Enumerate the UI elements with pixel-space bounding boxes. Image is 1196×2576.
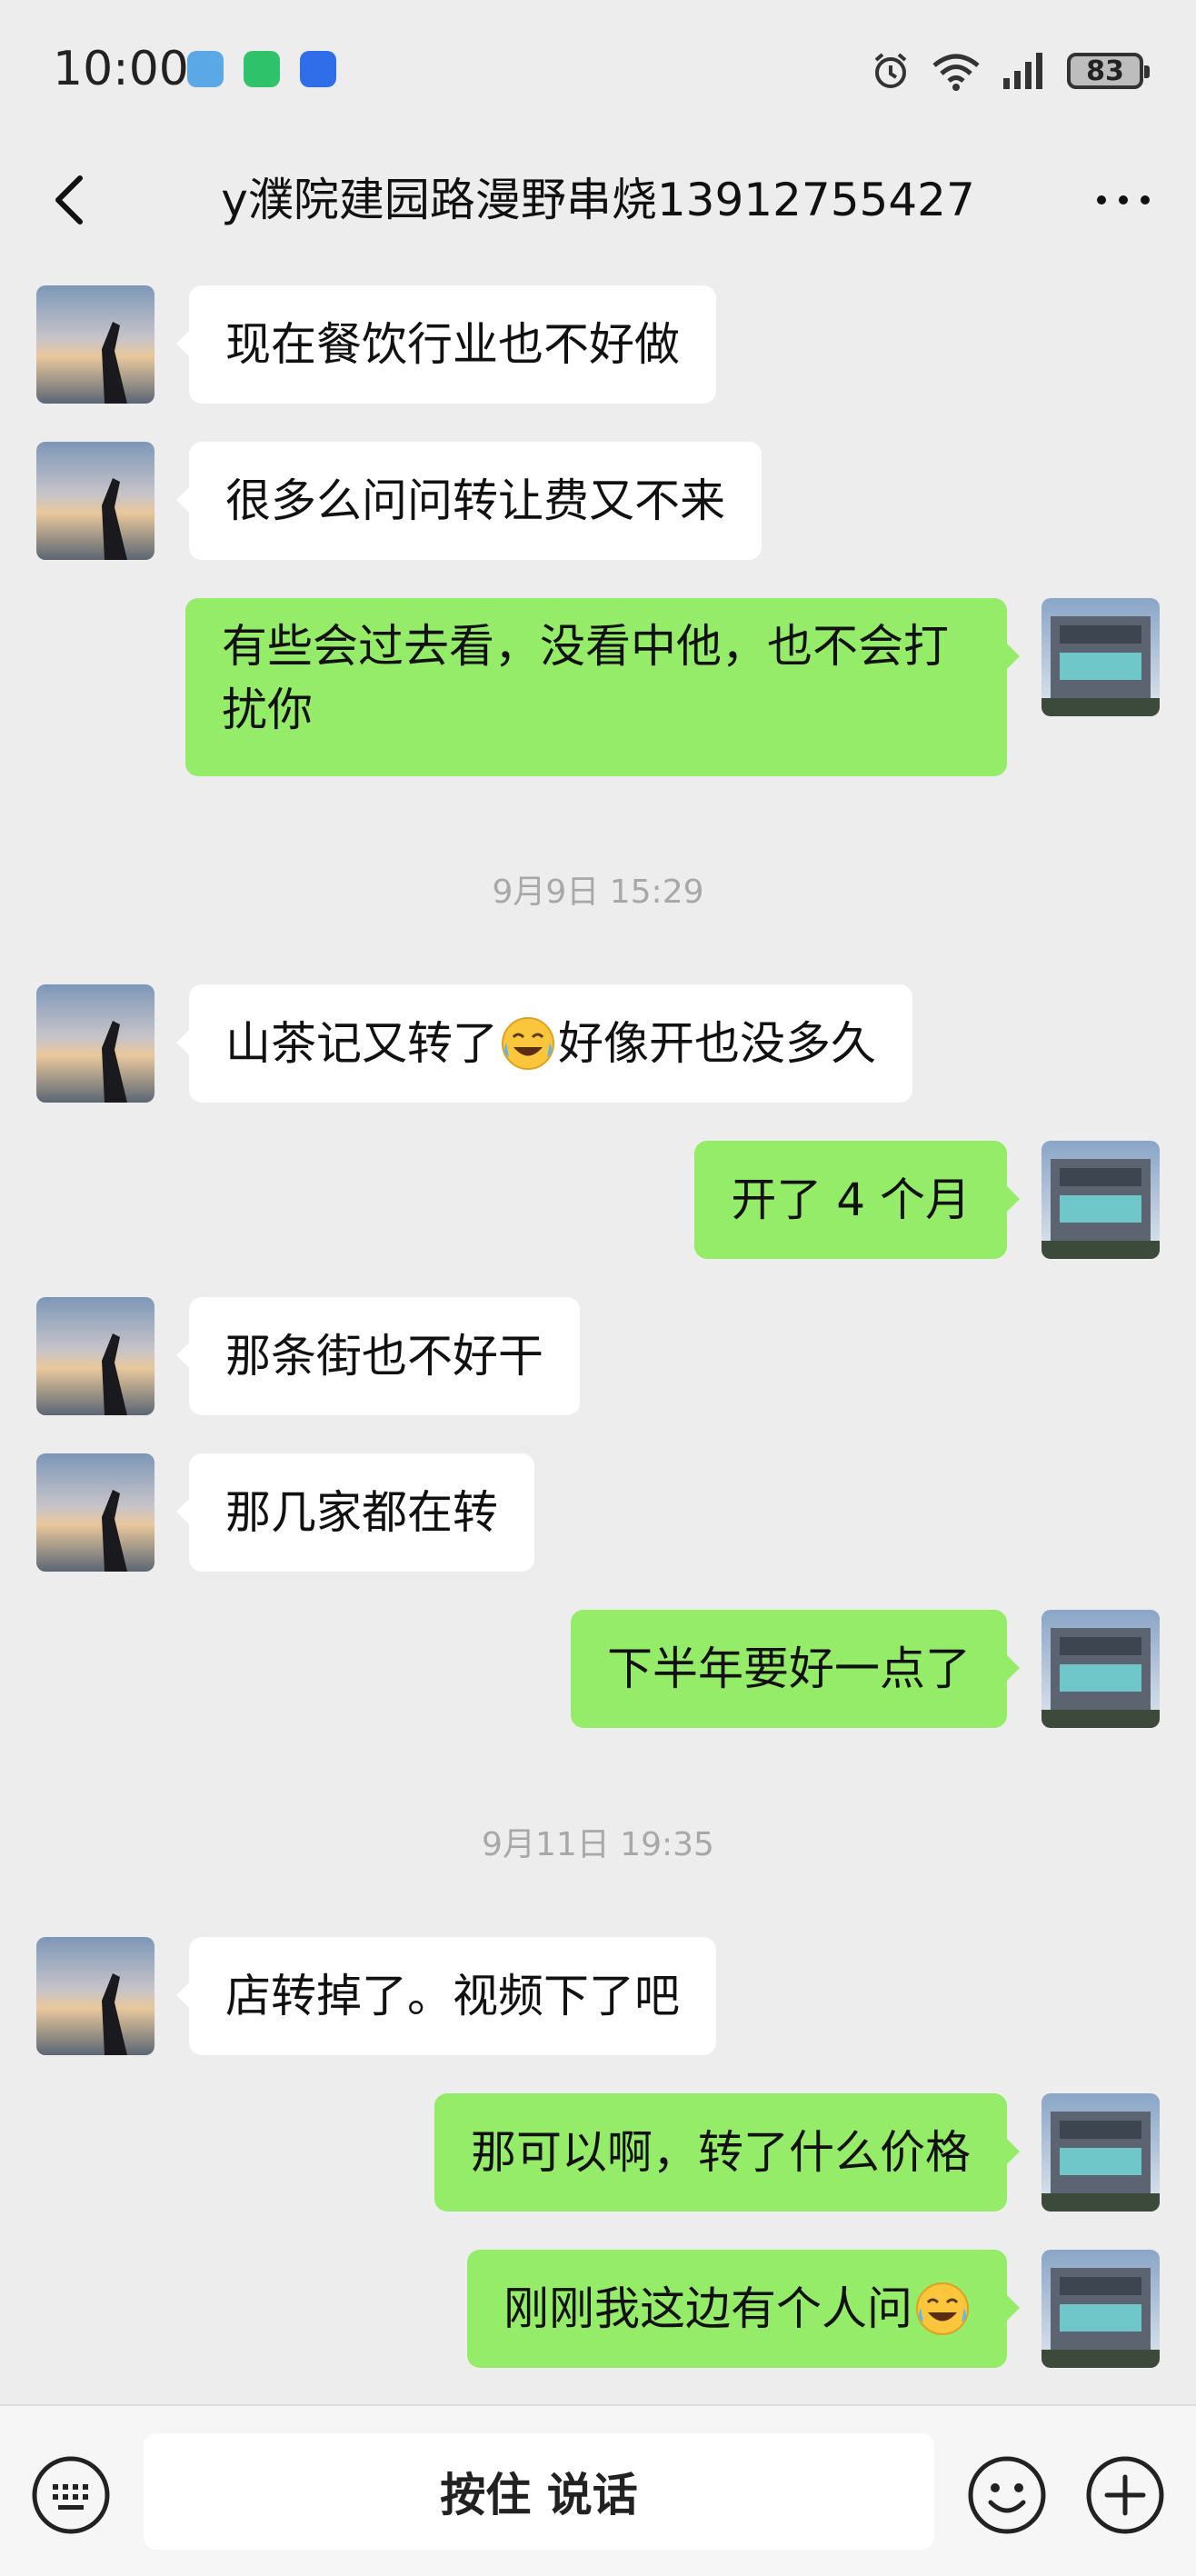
my-avatar[interactable]	[1042, 2250, 1160, 2368]
message-bubble[interactable]: 现在餐饮行业也不好做	[176, 285, 716, 404]
status-bar: 10:00 83	[0, 0, 1196, 136]
message-bubble[interactable]: 那可以啊，转了什么价格	[434, 2093, 1020, 2212]
message-bubble[interactable]: 有些会过去看，没看中他，也不会打扰你	[185, 598, 1020, 776]
message-list[interactable]: 现在餐饮行业也不好做 很多么问问转让费又不来 有些会过去看，没看中他，也不会打扰…	[0, 264, 1196, 2404]
message-bubble[interactable]: 店转掉了。视频下了吧	[176, 1937, 716, 2055]
my-avatar[interactable]	[1042, 2093, 1160, 2212]
chat-title: y濮院建园路漫野串烧13912755427	[221, 174, 975, 226]
more-icon[interactable]	[1087, 164, 1160, 236]
message-bubble[interactable]: 那条街也不好干	[176, 1297, 580, 1415]
input-bar: 按住 说话	[0, 2404, 1196, 2576]
wifi-icon	[932, 54, 980, 91]
contact-avatar[interactable]	[36, 285, 154, 404]
status-time: 10:00	[53, 42, 189, 96]
message-bubble[interactable]: 山茶记又转了 好像开也没多久	[176, 984, 912, 1103]
my-avatar[interactable]	[1042, 1610, 1160, 1728]
message-text: 好像开也没多久	[558, 1017, 876, 1070]
drop-icon	[187, 51, 224, 87]
message-bubble[interactable]: 刚刚我这边有个人问	[467, 2250, 1020, 2368]
timestamp: 9月11日 19:35	[482, 1826, 714, 1863]
emoji-icon[interactable]	[965, 2453, 1049, 2537]
voice-app-icon	[300, 51, 336, 87]
contact-avatar[interactable]	[36, 442, 154, 560]
battery-level: 83	[1086, 55, 1124, 87]
message-bubble[interactable]: 那几家都在转	[176, 1453, 534, 1572]
message-text: 山茶记又转了	[225, 1017, 498, 1070]
contact-avatar[interactable]	[36, 1453, 154, 1572]
face-with-tears-of-joy-icon	[916, 2282, 969, 2335]
alarm-icon	[874, 53, 907, 88]
contact-avatar[interactable]	[36, 984, 154, 1103]
message-bubble[interactable]: 开了 4 个月	[694, 1141, 1020, 1259]
face-with-tears-of-joy-icon	[502, 1017, 554, 1070]
plus-icon[interactable]	[1083, 2453, 1167, 2537]
message-bubble[interactable]: 很多么问问转让费又不来	[176, 442, 762, 560]
battery-icon: 83	[1067, 53, 1150, 89]
my-avatar[interactable]	[1042, 1141, 1160, 1259]
contact-avatar[interactable]	[36, 1937, 154, 2055]
my-avatar[interactable]	[1042, 598, 1160, 716]
keyboard-icon[interactable]	[29, 2453, 113, 2537]
hold-to-talk-button[interactable]: 按住 说话	[144, 2433, 934, 2550]
chat-header: y濮院建园路漫野串烧13912755427	[0, 136, 1196, 264]
signal-icon	[1003, 53, 1042, 89]
timestamp: 9月9日 15:29	[492, 874, 704, 911]
message-bubble[interactable]: 下半年要好一点了	[571, 1610, 1020, 1728]
message-text: 刚刚我这边有个人问	[503, 2282, 912, 2335]
wechat-icon	[244, 51, 280, 87]
contact-avatar[interactable]	[36, 1297, 154, 1415]
